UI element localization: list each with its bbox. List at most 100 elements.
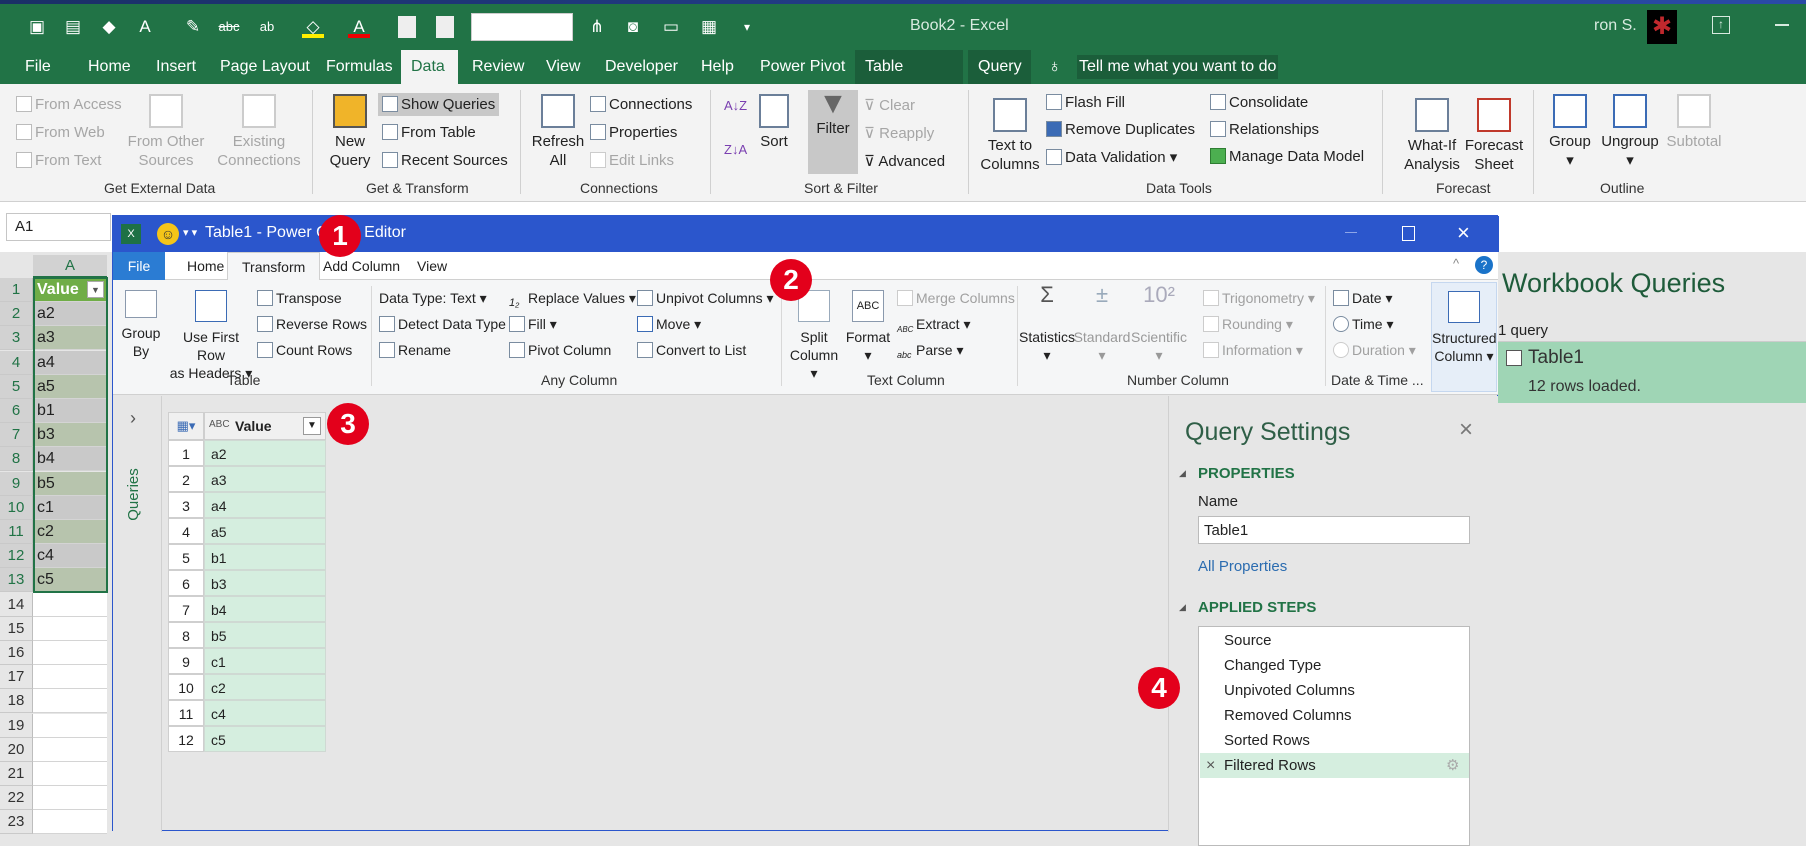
reverse-rows-button[interactable]: Reverse Rows (257, 316, 367, 332)
convert-to-list-button[interactable]: Convert to List (637, 342, 746, 358)
queries-pane-collapsed[interactable]: › Queries (113, 396, 162, 832)
refresh-all-button[interactable]: Refresh All (528, 94, 588, 170)
cell[interactable]: a2 (33, 302, 107, 327)
remove-duplicates-button[interactable]: Remove Duplicates (1046, 121, 1195, 138)
filter-icon[interactable]: ▼ (303, 417, 321, 435)
cell[interactable] (33, 713, 107, 738)
row-header[interactable]: 8 (0, 447, 33, 472)
applied-step[interactable]: Changed Type (1200, 653, 1469, 678)
tab-help[interactable]: Help (691, 50, 744, 84)
tab-query[interactable]: Query (968, 50, 1031, 84)
date-button[interactable]: Date ▾ (1333, 290, 1393, 307)
column-header-value[interactable]: ABC Value ▼ (204, 412, 326, 440)
row-header[interactable]: 21 (0, 762, 33, 786)
row-header[interactable]: 2 (0, 302, 33, 327)
applied-step[interactable]: Removed Columns (1200, 703, 1469, 728)
fill-button[interactable]: Fill ▾ (509, 316, 557, 333)
detect-data-type-button[interactable]: Detect Data Type (379, 316, 506, 332)
tab-view[interactable]: View (536, 50, 590, 84)
format-painter-icon[interactable]: ✎ (182, 16, 204, 38)
existing-connections-button[interactable]: Existing Connections (214, 94, 304, 170)
tab-home[interactable]: Home (78, 50, 141, 84)
cell[interactable]: c2 (33, 520, 107, 544)
unpivot-columns-button[interactable]: Unpivot Columns ▾ (637, 290, 774, 307)
tab-formulas[interactable]: Formulas (316, 50, 403, 84)
table-row[interactable]: 3 a4 (168, 492, 326, 518)
tab-review[interactable]: Review (462, 50, 534, 84)
text-type-icon[interactable]: ABC (209, 419, 230, 430)
cell[interactable] (33, 737, 107, 762)
maximize-icon[interactable] (1402, 226, 1415, 241)
help-icon[interactable]: ? (1475, 256, 1493, 274)
table-row[interactable]: 7 b4 (168, 596, 326, 622)
cell[interactable]: a5 (33, 374, 107, 399)
ribbon-display-icon[interactable]: ↑ (1712, 16, 1730, 34)
row-header[interactable]: 10 (0, 495, 33, 520)
wrap-text-icon[interactable]: ab (256, 16, 278, 38)
row-header[interactable]: 19 (0, 713, 33, 738)
table-row[interactable]: 8 b5 (168, 622, 326, 648)
row-header[interactable]: 4 (0, 350, 33, 375)
split-column-button[interactable]: Split Column ▾ (787, 290, 841, 382)
row-header[interactable]: 18 (0, 689, 33, 714)
strikethrough-icon[interactable]: abc (218, 16, 240, 38)
reapply-button[interactable]: ⊽ Reapply (864, 124, 934, 142)
box-icon[interactable] (436, 16, 454, 38)
form-icon[interactable]: ▦ (698, 16, 720, 38)
time-button[interactable]: Time ▾ (1333, 316, 1394, 333)
filter-button[interactable]: ▼ Filter (808, 89, 858, 174)
tab-insert[interactable]: Insert (146, 50, 206, 84)
flash-fill-button[interactable]: Flash Fill (1046, 94, 1125, 111)
row-header[interactable]: 11 (0, 520, 33, 544)
cell[interactable] (33, 786, 107, 811)
forecast-sheet-button[interactable]: Forecast Sheet (1462, 98, 1526, 174)
table-menu-icon[interactable]: ▦▾ (168, 412, 204, 440)
tab-table-design[interactable]: Table Design (855, 50, 963, 109)
connections-button[interactable]: Connections (590, 96, 692, 113)
row-header[interactable]: 12 (0, 544, 33, 569)
applied-step[interactable]: Sorted Rows (1200, 728, 1469, 753)
spelling-icon[interactable]: A (134, 16, 156, 38)
box-icon[interactable] (398, 16, 416, 38)
cell[interactable]: a5 (204, 518, 326, 544)
table-row[interactable]: 2 a3 (168, 466, 326, 492)
data-type-dropdown[interactable]: Data Type: Text ▾ (379, 290, 487, 307)
applied-step[interactable]: Source (1200, 628, 1469, 653)
cell[interactable]: c5 (33, 568, 107, 593)
close-icon[interactable]: × (1457, 220, 1470, 246)
cell[interactable] (33, 665, 107, 690)
tab-power-pivot[interactable]: Power Pivot (750, 50, 855, 84)
alert-icon[interactable]: ◆ (98, 16, 120, 38)
hierarchy-icon[interactable]: ⋔ (586, 16, 608, 38)
format-button[interactable]: ABC Format ▾ (843, 290, 893, 364)
trigonometry-button[interactable]: Trigonometry ▾ (1203, 290, 1315, 307)
row-header[interactable]: 1 (0, 278, 33, 302)
extract-button[interactable]: ABC Extract ▾ (897, 316, 971, 341)
show-queries-button[interactable]: Show Queries (378, 93, 500, 116)
row-header[interactable]: 9 (0, 471, 33, 496)
table-row[interactable]: 10 c2 (168, 674, 326, 700)
collapse-triangle-icon[interactable]: ◢ (1179, 602, 1186, 613)
cell[interactable]: b1 (33, 399, 107, 423)
close-settings-icon[interactable]: × (1459, 416, 1473, 444)
group-by-button[interactable]: Group By (121, 290, 161, 360)
relationships-button[interactable]: Relationships (1210, 121, 1319, 138)
row-header[interactable]: 13 (0, 568, 33, 593)
cell[interactable] (33, 616, 107, 641)
fill-color-icon[interactable]: ◇ (302, 16, 324, 38)
from-other-sources-button[interactable]: From Other Sources (126, 94, 206, 170)
subtotal-button[interactable]: Subtotal (1662, 94, 1726, 151)
save-icon[interactable]: ▣ (26, 16, 48, 38)
row-header[interactable]: 6 (0, 399, 33, 423)
row-header[interactable]: 15 (0, 616, 33, 641)
advanced-button[interactable]: ⊽ Advanced (864, 152, 945, 170)
cell[interactable]: c1 (33, 495, 107, 520)
transpose-button[interactable]: Transpose (257, 290, 342, 306)
from-text-button[interactable]: From Text (16, 152, 101, 169)
qat-dropdown-icon[interactable]: ▾ ▾ (183, 226, 197, 239)
table-row[interactable]: 6 b3 (168, 570, 326, 596)
row-header[interactable]: 14 (0, 592, 33, 617)
pivot-column-button[interactable]: Pivot Column (509, 342, 611, 358)
minimize-icon[interactable] (1345, 232, 1357, 233)
pq-tab-transform[interactable]: Transform (227, 252, 321, 281)
